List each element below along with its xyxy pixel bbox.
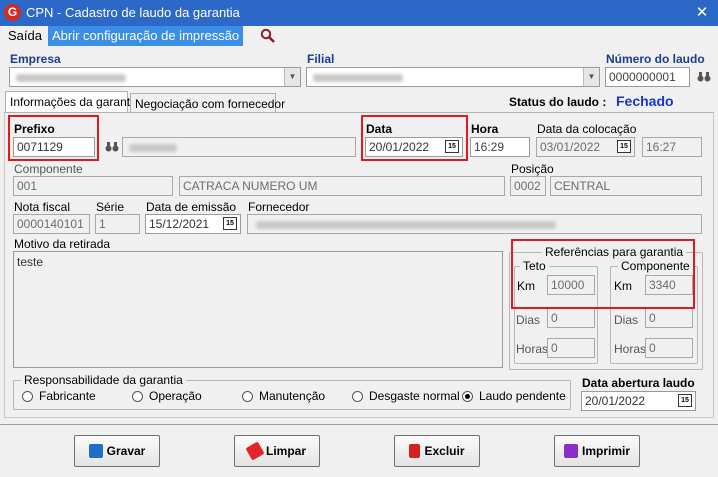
imprimir-label: Imprimir: [581, 444, 630, 458]
highlight-referencias: [511, 239, 695, 309]
save-icon: [88, 444, 103, 458]
imprimir-button[interactable]: Imprimir: [554, 435, 640, 467]
binoculars-icon[interactable]: [697, 71, 711, 83]
radio-fabricante[interactable]: [22, 391, 33, 402]
responsabilidade-title: Responsabilidade da garantia: [21, 373, 186, 387]
radio-operacao[interactable]: [132, 391, 143, 402]
numero-laudo-field[interactable]: 0000000001: [605, 67, 690, 87]
posicao-label: Posição: [511, 162, 554, 176]
emissao-label: Data de emissão: [146, 200, 237, 214]
highlight-prefixo: [8, 115, 99, 161]
teto-horas-field: 0: [547, 338, 595, 358]
excluir-button[interactable]: Excluir: [394, 435, 480, 467]
motivo-label: Motivo da retirada: [14, 237, 111, 251]
hora-label: Hora: [471, 122, 499, 136]
componente-desc-field: CATRACA NUMERO UM: [179, 176, 505, 196]
trash-icon: [409, 444, 421, 458]
close-icon[interactable]: ✕: [690, 2, 714, 24]
motivo-value: teste: [17, 255, 44, 269]
gravar-label: Gravar: [106, 444, 146, 458]
chevron-down-icon[interactable]: ▼: [284, 68, 300, 86]
colocacao-time-field: 16:27: [642, 137, 702, 157]
componente-label: Componente: [14, 162, 83, 176]
radio-fabricante-label: Fabricante: [39, 389, 96, 403]
serie-field: 1: [95, 214, 140, 234]
teto-horas-label: Horas: [516, 342, 549, 356]
empresa-label: Empresa: [10, 52, 61, 66]
redacted-text: [129, 144, 177, 152]
binoculars-icon[interactable]: [105, 141, 119, 153]
redacted-text: [313, 74, 403, 82]
status-value: Fechado: [616, 93, 674, 109]
printer-icon: [563, 444, 578, 458]
filial-label: Filial: [307, 52, 335, 66]
posicao-desc-field: CENTRAL: [550, 176, 702, 196]
limpar-label: Limpar: [265, 444, 306, 458]
radio-operacao-label: Operação: [149, 389, 202, 403]
tab-informacoes[interactable]: Informações da garantia: [5, 91, 139, 113]
redacted-text: [16, 74, 126, 82]
app-logo-icon: G: [4, 4, 21, 21]
colocacao-date-value: 03/01/2022: [540, 140, 601, 154]
radio-manutencao-label: Manutenção: [259, 389, 326, 403]
window-title: CPN - Cadastro de laudo da garantia: [26, 5, 240, 20]
fornecedor-label: Fornecedor: [248, 200, 310, 214]
abertura-field[interactable]: 20/01/2022 15: [581, 391, 696, 411]
menu-saida[interactable]: Saída: [4, 26, 46, 46]
radio-desgaste[interactable]: [352, 391, 363, 402]
numero-laudo-label: Número do laudo: [606, 52, 705, 66]
componente-code-field: 001: [13, 176, 173, 196]
redacted-text: [256, 221, 556, 229]
comp-horas-field: 0: [645, 338, 693, 358]
comp-dias-label: Dias: [614, 313, 639, 327]
prefixo-description-field: [122, 137, 356, 157]
status-label: Status do laudo :: [509, 95, 607, 109]
gravar-button[interactable]: Gravar: [74, 435, 160, 467]
comp-horas-label: Horas: [614, 342, 647, 356]
abertura-value: 20/01/2022: [585, 394, 646, 408]
radio-laudo-pendente[interactable]: [462, 391, 473, 402]
radio-laudo-pendente-label: Laudo pendente: [479, 389, 566, 403]
limpar-button[interactable]: Limpar: [234, 435, 320, 467]
radio-manutencao[interactable]: [242, 391, 253, 402]
posicao-code-field: 0002: [510, 176, 546, 196]
motivo-textarea[interactable]: teste: [13, 251, 503, 368]
highlight-data: [361, 115, 468, 161]
empresa-select[interactable]: ▼: [9, 67, 301, 87]
comp-dias-field: 0: [645, 308, 693, 328]
chevron-down-icon[interactable]: ▼: [583, 68, 599, 86]
menu-bar: Saída Abrir configuração de impressão: [0, 26, 718, 46]
teto-dias-label: Dias: [516, 313, 541, 327]
hora-field[interactable]: 16:29: [470, 137, 530, 157]
tab-negociacao[interactable]: Negociação com fornecedor: [130, 93, 285, 113]
search-icon[interactable]: [260, 28, 276, 44]
calendar-icon[interactable]: 15: [678, 394, 692, 407]
menu-print-config[interactable]: Abrir configuração de impressão: [48, 26, 244, 46]
filial-select[interactable]: ▼: [306, 67, 600, 87]
radio-desgaste-label: Desgaste normal: [369, 389, 460, 403]
teto-dias-field: 0: [547, 308, 595, 328]
nota-fiscal-label: Nota fiscal: [14, 200, 71, 214]
nota-fiscal-field: 0000140101: [13, 214, 90, 234]
serie-label: Série: [96, 200, 125, 214]
abertura-label: Data abertura laudo: [582, 376, 695, 390]
eraser-icon: [245, 441, 265, 461]
title-bar: G CPN - Cadastro de laudo da garantia ✕: [0, 0, 718, 26]
emissao-field[interactable]: 15/12/2021 15: [145, 214, 241, 234]
emissao-value: 15/12/2021: [149, 217, 210, 231]
calendar-icon[interactable]: 15: [223, 217, 237, 230]
fornecedor-field: [247, 214, 702, 234]
colocacao-label: Data da colocação: [537, 122, 637, 136]
excluir-label: Excluir: [424, 444, 465, 458]
colocacao-date-field: 03/01/2022 15: [536, 137, 635, 157]
divider: [0, 424, 718, 425]
calendar-icon: 15: [617, 140, 631, 153]
